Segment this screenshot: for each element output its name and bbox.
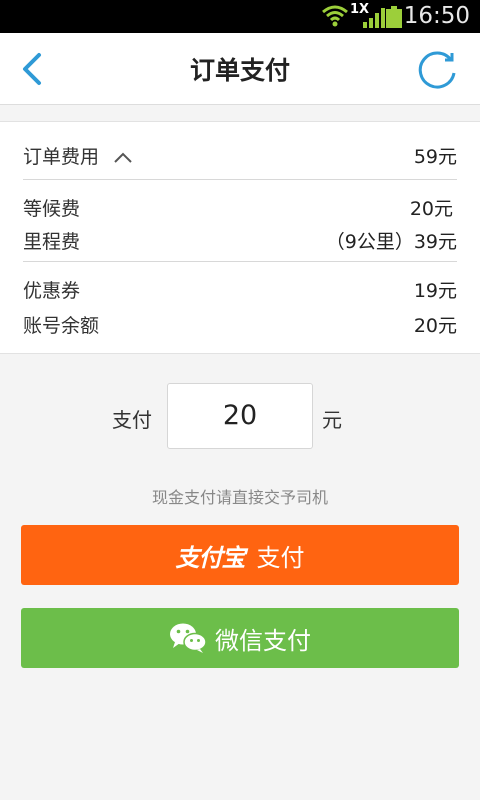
order-fee-value: 59元 bbox=[413, 146, 457, 168]
divider bbox=[23, 179, 457, 180]
fee-item-label: 里程费 bbox=[23, 231, 81, 253]
wechat-pay-button[interactable]: 微信支付 bbox=[21, 608, 459, 668]
order-cost-card: 订单费用 59元 等候费 20元 里程费 （9公里）39元 优惠券 19元 账号… bbox=[0, 121, 480, 354]
order-fee-text: 订单费用 bbox=[23, 146, 100, 168]
alipay-button[interactable]: 支付宝 支付 bbox=[21, 525, 459, 585]
payment-amount-section: 支付 20 元 bbox=[0, 383, 480, 449]
alipay-logo: 支付宝 bbox=[175, 542, 246, 572]
signal-icon bbox=[363, 8, 385, 28]
wechat-icon bbox=[170, 623, 207, 653]
status-bar: 1X 16:50 bbox=[0, 0, 480, 33]
divider bbox=[23, 261, 457, 262]
discount-value: 20元 bbox=[413, 315, 457, 337]
fee-item-value: 20元 bbox=[409, 198, 453, 220]
chevron-up-icon[interactable] bbox=[113, 152, 133, 164]
discount-label: 优惠券 bbox=[23, 280, 81, 302]
wifi-icon bbox=[322, 5, 348, 27]
battery-icon bbox=[386, 6, 402, 28]
page-title: 订单支付 bbox=[189, 56, 290, 85]
payment-label: 支付 bbox=[112, 408, 152, 432]
discount-label: 账号余额 bbox=[23, 315, 100, 337]
refresh-icon[interactable] bbox=[415, 48, 459, 92]
clock: 16:50 bbox=[403, 3, 470, 29]
wechat-button-label: 微信支付 bbox=[215, 626, 311, 655]
cash-payment-note: 现金支付请直接交予司机 bbox=[151, 488, 328, 507]
payment-unit: 元 bbox=[322, 408, 342, 432]
fee-item-label: 等候费 bbox=[23, 198, 81, 220]
order-fee-label: 订单费用 bbox=[23, 142, 133, 169]
discount-value: 19元 bbox=[413, 280, 457, 302]
fee-item-value: （9公里）39元 bbox=[325, 231, 457, 253]
alipay-button-label: 支付 bbox=[256, 543, 305, 572]
payment-amount-field[interactable]: 20 bbox=[167, 383, 313, 449]
header-bar: 订单支付 bbox=[0, 33, 480, 105]
